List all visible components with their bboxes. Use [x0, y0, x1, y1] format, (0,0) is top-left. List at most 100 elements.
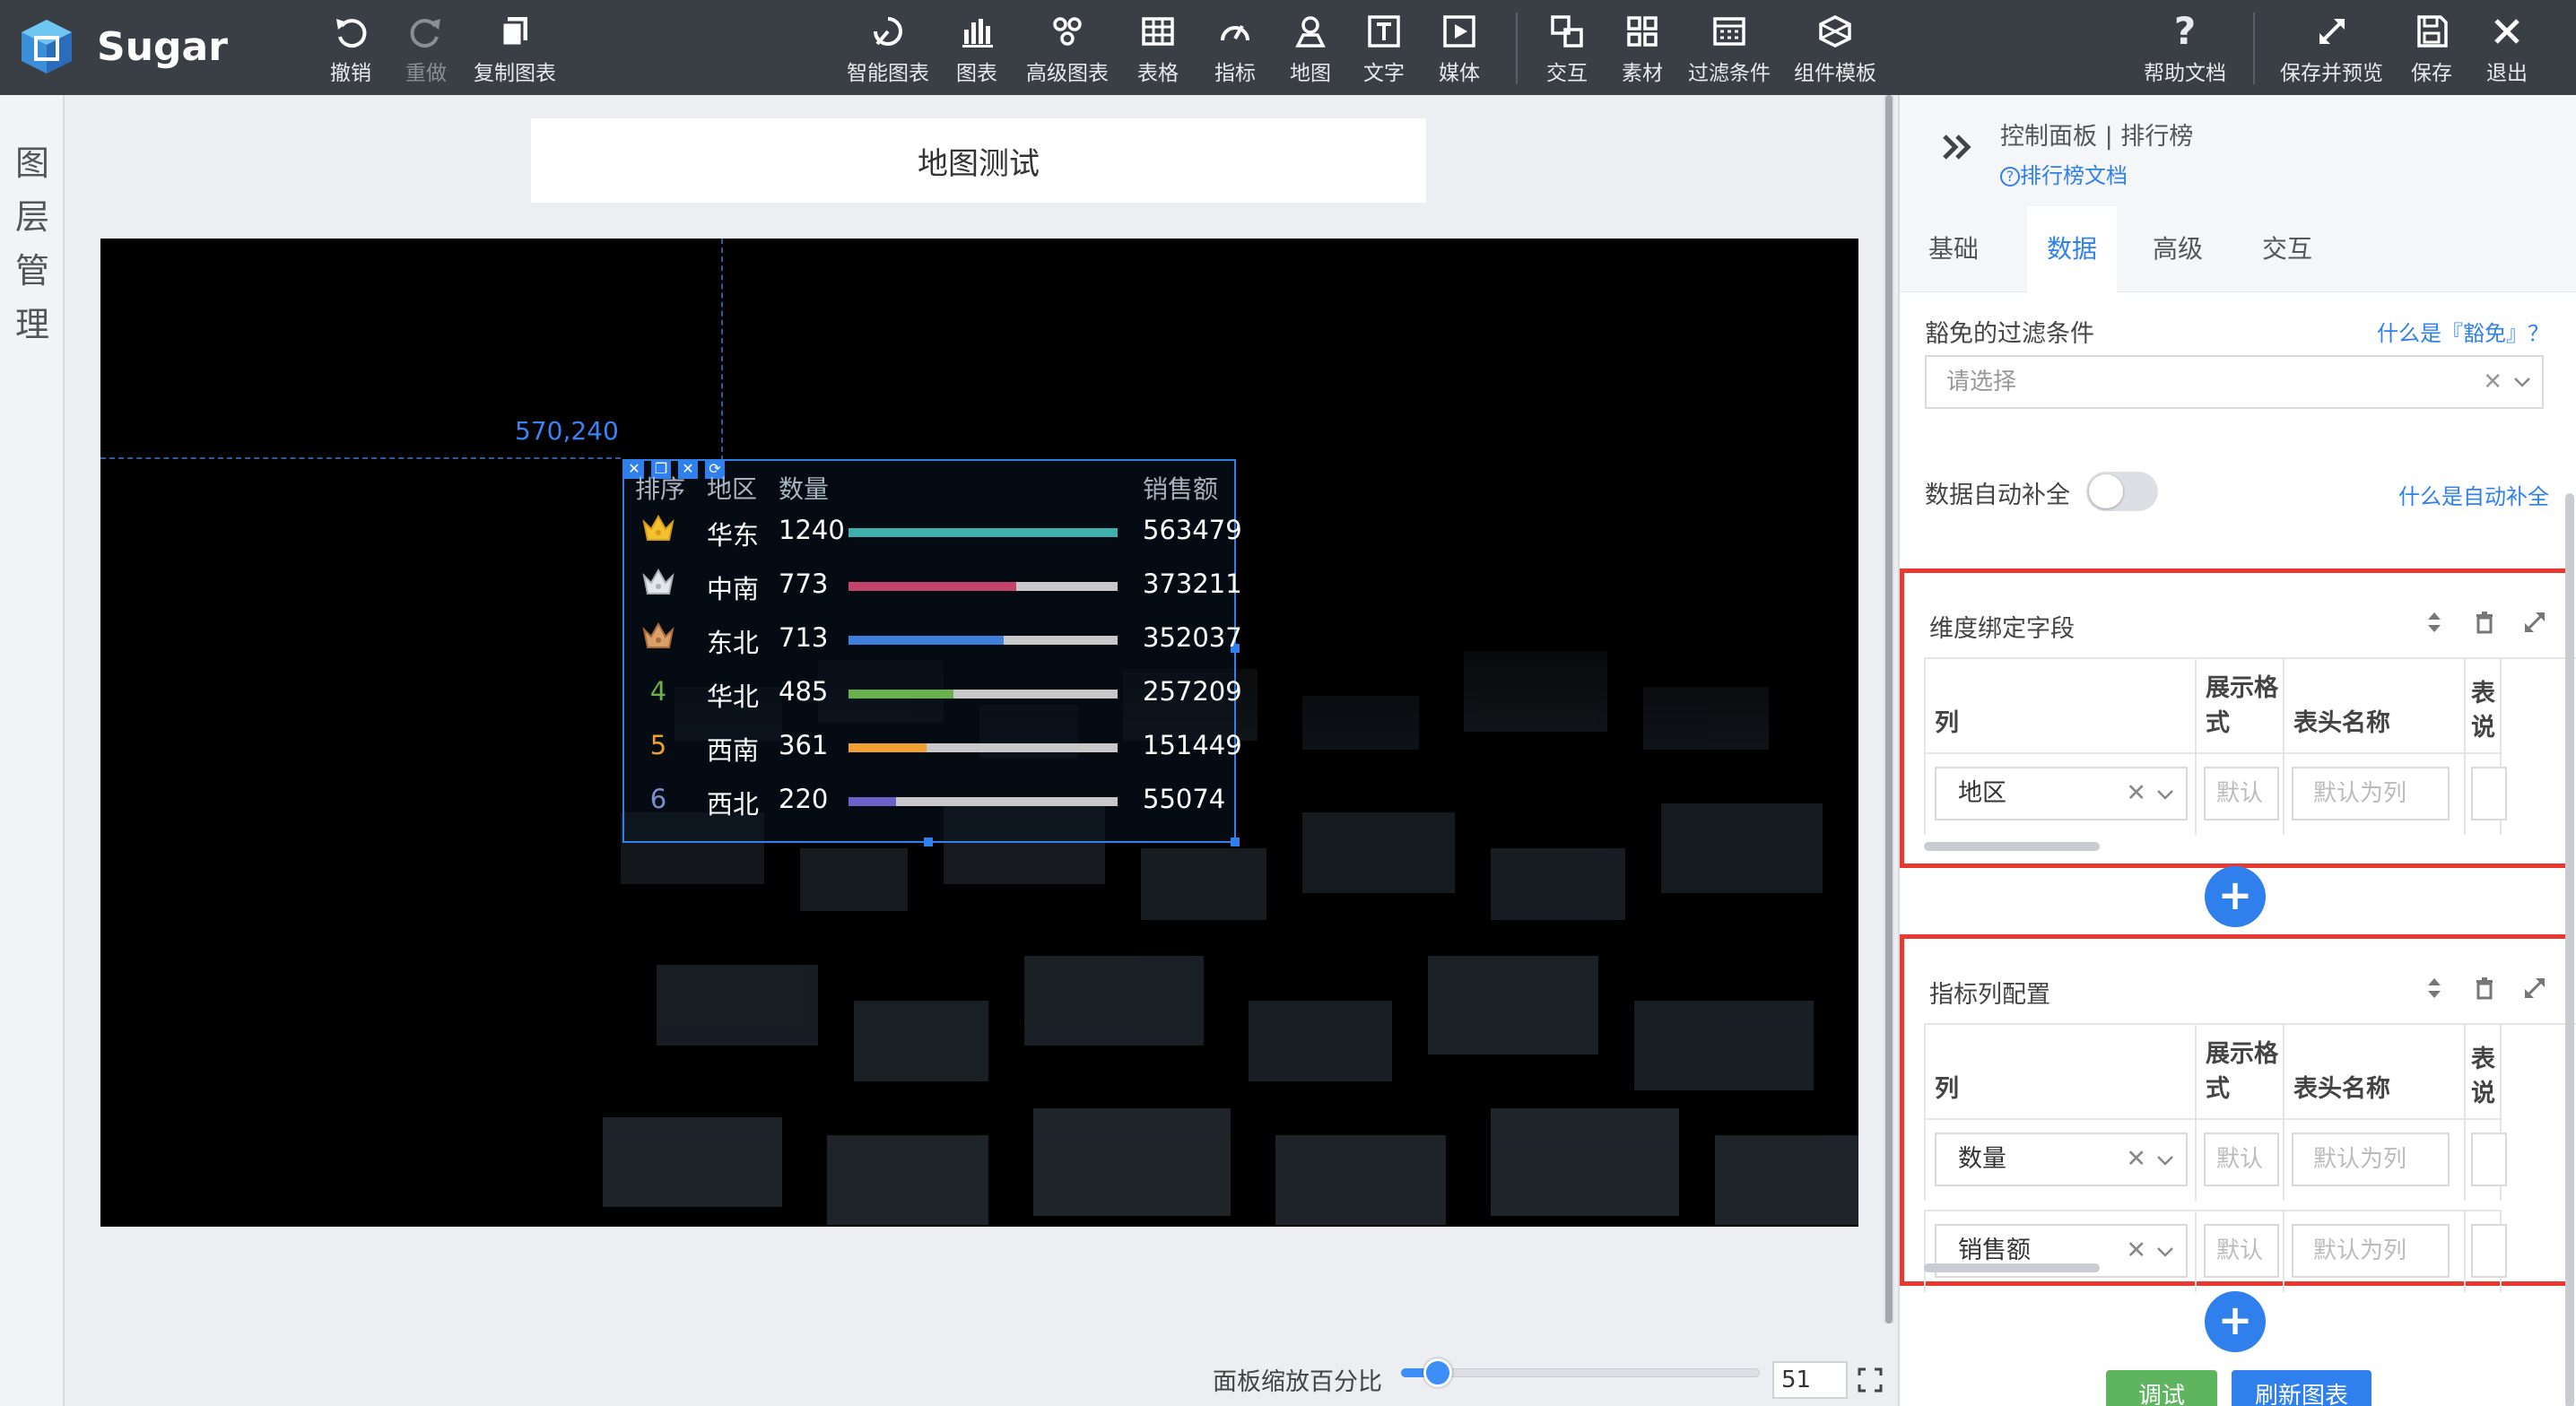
- ranking-widget[interactable]: ✕ ❐ ✕ ⟳ 排序 地区 数量 销售额 华东 1240 563479 中南 773 37…: [622, 459, 1242, 846]
- clear-icon[interactable]: ✕: [2126, 1134, 2146, 1185]
- undo-button[interactable]: 撤销: [330, 11, 371, 86]
- exit-button[interactable]: 退出: [2486, 11, 2528, 86]
- canvas-scrollbar[interactable]: [1884, 95, 1894, 1324]
- rank-region: 中南: [707, 574, 760, 604]
- clear-icon[interactable]: ✕: [2483, 357, 2502, 407]
- header-name-input[interactable]: 默认为列: [2292, 1133, 2450, 1186]
- exempt-filter-select[interactable]: 请选择 ✕: [1925, 355, 2544, 409]
- tab-basic[interactable]: 基础: [1910, 206, 1997, 292]
- question-circle-icon: ?: [2000, 167, 2020, 187]
- double-chevron-right-icon[interactable]: [1937, 127, 1977, 167]
- desc-input[interactable]: [2471, 767, 2507, 820]
- zoom-input[interactable]: [1772, 1361, 1848, 1399]
- component-template-button[interactable]: 组件模板: [1794, 11, 1876, 86]
- refresh-chart-button[interactable]: 刷新图表: [2232, 1370, 2371, 1406]
- rank-bar-track: [849, 797, 1118, 806]
- add-metric-button[interactable]: +: [2205, 1291, 2266, 1352]
- gauge-icon: [1221, 25, 1249, 41]
- tab-data[interactable]: 数据: [2027, 206, 2117, 292]
- expand-icon[interactable]: [2521, 609, 2548, 636]
- map-pin-icon: [1295, 16, 1326, 48]
- panel-scrollbar[interactable]: [2565, 493, 2574, 1406]
- rank-bar-track: [849, 743, 1118, 752]
- desc-input[interactable]: [2471, 1133, 2507, 1186]
- autofill-help-link[interactable]: 什么是自动补全: [2398, 479, 2549, 510]
- tab-interaction[interactable]: 交互: [2244, 206, 2330, 292]
- horizontal-scrollbar[interactable]: [1924, 1263, 2100, 1272]
- header-name-input[interactable]: 默认为列: [2292, 767, 2450, 820]
- save-and-preview-button[interactable]: 保存并预览: [2280, 11, 2383, 86]
- help-doc-button[interactable]: ? 帮助文档: [2144, 11, 2226, 86]
- chart-button[interactable]: 图表: [956, 11, 997, 86]
- sort-icon[interactable]: [2421, 975, 2448, 1002]
- autofill-toggle[interactable]: [2086, 472, 2158, 511]
- save-button[interactable]: 保存: [2411, 11, 2452, 86]
- interaction-button[interactable]: 交互: [1546, 11, 1588, 86]
- panel-title: 控制面板 | 排行榜: [2000, 123, 2194, 151]
- zoom-slider-thumb[interactable]: [1423, 1358, 1452, 1387]
- undo-icon: [336, 19, 367, 48]
- panel-header: 控制面板 | 排行榜 ? 排行榜文档: [1900, 95, 2576, 206]
- redo-button[interactable]: 重做: [405, 11, 447, 86]
- fullscreen-icon[interactable]: [1857, 1367, 1884, 1393]
- rank-number: 5: [649, 730, 667, 760]
- text-button[interactable]: 文字: [1363, 11, 1405, 86]
- format-input[interactable]: 默认: [2204, 767, 2279, 820]
- table-button[interactable]: 表格: [1137, 11, 1179, 86]
- smart-chart-button[interactable]: 智能图表: [847, 11, 929, 86]
- add-dimension-button[interactable]: +: [2205, 866, 2266, 927]
- dimension-binding-title: 维度绑定字段: [1929, 615, 2075, 643]
- rank-region: 东北: [707, 628, 760, 658]
- cell-desc: [2466, 1118, 2507, 1201]
- clear-icon[interactable]: ✕: [2126, 1226, 2146, 1276]
- layer-management-tab[interactable]: 图 层 管 理: [0, 95, 65, 1406]
- rank-row: 中南 773 373211: [624, 561, 1242, 606]
- crown-medal-icon: [642, 568, 674, 595]
- desc-input[interactable]: [2471, 1224, 2507, 1278]
- canvas-scroll-thumb[interactable]: [1885, 95, 1893, 1324]
- resize-handle[interactable]: [924, 838, 933, 846]
- autofill-label: 数据自动补全: [1925, 482, 2070, 509]
- rank-bar-track: [849, 690, 1118, 699]
- resize-handle[interactable]: [1231, 838, 1240, 846]
- map-button[interactable]: 地图: [1290, 11, 1331, 86]
- copy-chart-button[interactable]: 复制图表: [474, 11, 556, 86]
- sort-icon[interactable]: [2421, 609, 2448, 636]
- rank-bar-track: [849, 528, 1118, 537]
- expand-icon[interactable]: [2521, 975, 2548, 1002]
- zoom-slider[interactable]: [1401, 1358, 1760, 1387]
- crown-medal-icon: [642, 514, 674, 541]
- column-select[interactable]: 地区 ✕: [1935, 767, 2188, 820]
- alignment-guide-horizontal: [100, 457, 621, 459]
- rank-row: 4 华北 485 257209: [624, 669, 1242, 714]
- clear-icon[interactable]: ✕: [2126, 768, 2146, 819]
- media-button[interactable]: 媒体: [1439, 11, 1480, 86]
- format-input[interactable]: 默认: [2204, 1133, 2279, 1186]
- col-header-name: 表头名称: [2284, 1025, 2466, 1120]
- dashboard-canvas[interactable]: 570,240 ✕ ❐ ✕ ⟳ 排序 地区 数量 销售额 华东 1240 56347…: [100, 239, 1858, 1227]
- section-tools: [2421, 609, 2548, 636]
- format-input[interactable]: 默认: [2204, 1224, 2279, 1278]
- tab-advanced[interactable]: 高级: [2135, 206, 2221, 292]
- trash-icon[interactable]: [2471, 975, 2498, 1002]
- indicator-button[interactable]: 指标: [1214, 11, 1256, 86]
- column-select[interactable]: 数量 ✕: [1935, 1133, 2188, 1186]
- component-template-icon: [1819, 15, 1851, 48]
- debug-button[interactable]: 调试: [2106, 1370, 2217, 1406]
- assets-button[interactable]: 素材: [1622, 11, 1663, 86]
- toolbar-divider: [1516, 13, 1518, 84]
- board-title[interactable]: 地图测试: [531, 118, 1426, 203]
- horizontal-scrollbar[interactable]: [1924, 842, 2100, 851]
- exempt-help-link[interactable]: 什么是『豁免』？: [2377, 316, 2549, 347]
- rank-header-sales: 销售额: [1143, 474, 1219, 504]
- position-readout: 570,240: [515, 416, 619, 446]
- header-name-input[interactable]: 默认为列: [2292, 1224, 2450, 1278]
- advanced-chart-button[interactable]: 高级图表: [1026, 11, 1109, 86]
- col-header-format: 展示格式: [2197, 659, 2284, 754]
- rank-row: 6 西北 220 55074: [624, 777, 1234, 821]
- zoom-track[interactable]: [1401, 1368, 1760, 1377]
- redo-icon: [410, 19, 440, 48]
- trash-icon[interactable]: [2471, 609, 2498, 636]
- rank-doc-link[interactable]: ? 排行榜文档: [2000, 158, 2128, 189]
- filter-condition-button[interactable]: 过滤条件: [1688, 11, 1771, 86]
